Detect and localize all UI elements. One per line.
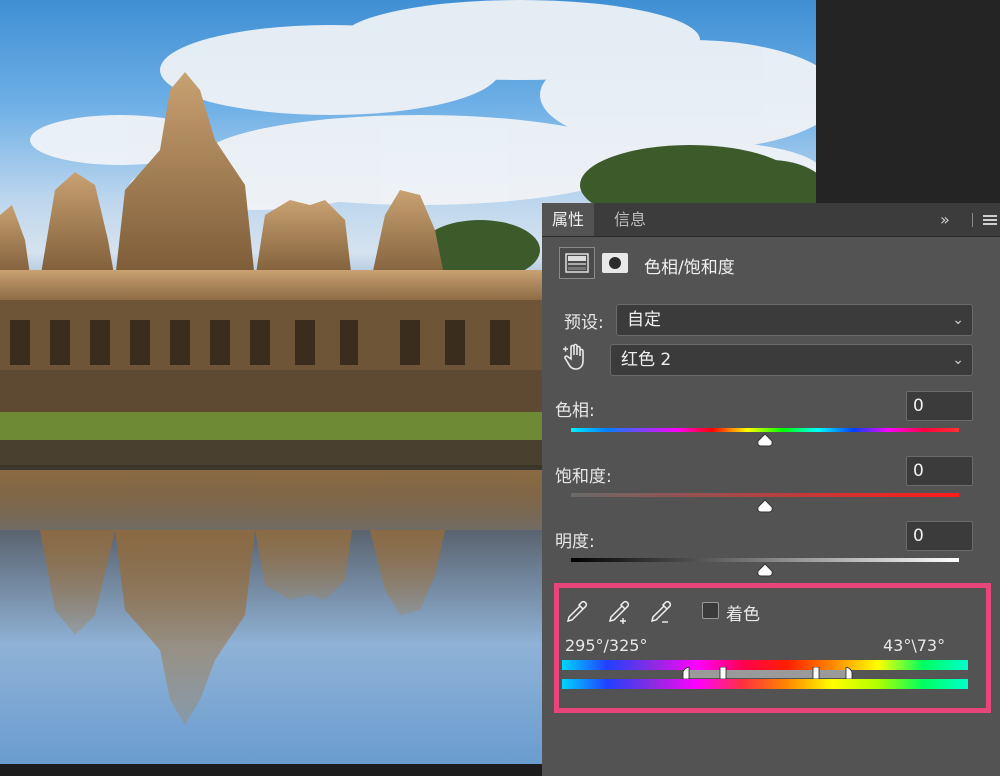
preset-value: 自定 (627, 310, 661, 330)
eyedropper-icon[interactable] (564, 599, 590, 627)
hue-slider-track[interactable] (571, 428, 959, 432)
properties-panel: 属性 信息 » 色相/饱和度 预设: 自定 ⌄ 红色 2 ⌄ 色相: 0 饱和度… (542, 203, 1000, 776)
color-range-fill (686, 670, 847, 678)
colorize-label: 着色 (726, 605, 760, 625)
layer-mask-icon[interactable] (600, 251, 630, 275)
collapse-panel-icon[interactable]: » (940, 203, 950, 236)
color-range-dropdown[interactable]: 红色 2 ⌄ (610, 344, 973, 376)
panel-menu-icon[interactable] (983, 215, 997, 225)
chevron-down-icon: ⌄ (952, 352, 964, 368)
saturation-label: 饱和度: (555, 467, 612, 487)
saturation-slider-thumb[interactable] (756, 499, 774, 513)
targeted-adjustment-hand-icon[interactable] (562, 343, 588, 371)
output-color-spectrum-bar (562, 679, 968, 689)
panel-tab-bar: 属性 信息 » (542, 203, 1000, 237)
hue-label: 色相: (555, 401, 595, 421)
input-color-spectrum-bar (562, 660, 968, 670)
colorize-checkbox[interactable] (702, 602, 719, 619)
tab-divider (972, 213, 973, 227)
range-left-falloff-handle[interactable] (682, 667, 690, 679)
range-left-handle[interactable] (719, 667, 727, 679)
lightness-slider-thumb[interactable] (756, 563, 774, 577)
lightness-slider-track[interactable] (571, 558, 959, 562)
preset-dropdown[interactable]: 自定 ⌄ (616, 304, 973, 336)
range-left-degrees: 295°/325° (565, 636, 648, 655)
eyedropper-subtract-icon[interactable] (648, 599, 674, 627)
lightness-label: 明度: (555, 532, 595, 552)
adjustment-title: 色相/饱和度 (644, 258, 735, 278)
range-right-falloff-handle[interactable] (845, 667, 853, 679)
chevron-down-icon: ⌄ (952, 312, 964, 328)
range-right-degrees: 43°\73° (883, 636, 946, 655)
preset-label: 预设: (564, 313, 604, 333)
workspace-background (816, 0, 1000, 203)
range-right-handle[interactable] (812, 667, 820, 679)
color-range-value: 红色 2 (621, 350, 672, 370)
saturation-slider-track[interactable] (571, 493, 959, 497)
tab-properties[interactable]: 属性 (542, 203, 595, 236)
tab-info[interactable]: 信息 (604, 203, 656, 236)
hue-slider-thumb[interactable] (756, 433, 774, 447)
hue-saturation-adjustment-icon[interactable] (559, 247, 595, 279)
hue-input[interactable]: 0 (906, 391, 973, 421)
eyedropper-add-icon[interactable] (606, 599, 632, 627)
lightness-input[interactable]: 0 (906, 521, 973, 551)
saturation-input[interactable]: 0 (906, 456, 973, 486)
color-range-slider[interactable] (562, 670, 968, 678)
